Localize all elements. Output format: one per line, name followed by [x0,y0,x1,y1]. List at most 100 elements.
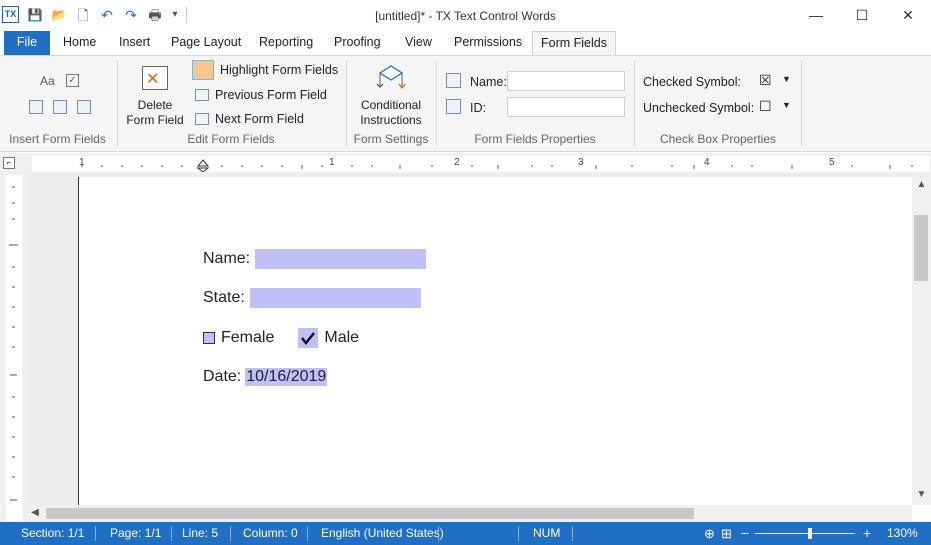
gender-line: Female Male [203,328,359,348]
status-language[interactable]: English (United States) [321,522,444,545]
horizontal-ruler[interactable]: ⌐ 1 1 2 3 4 5 [0,153,931,175]
form-fields-properties-group: Name: ID: Form Fields Properties [437,56,633,151]
id-property-icon [446,99,461,114]
ruler-number: 1 [79,157,85,168]
previous-field-icon [195,89,209,101]
tab-view[interactable]: View [397,31,440,55]
highlight-icon [192,60,214,80]
checkmark-icon [301,332,316,346]
checked-symbol-value[interactable]: ☒ [759,72,772,89]
name-form-field[interactable] [255,249,427,269]
vertical-ruler-track [6,175,22,522]
ribbon-tabs: File Home Insert Page Layout Reporting P… [0,31,931,55]
name-field[interactable] [507,71,625,91]
delete-line2: Form Field [126,113,184,127]
zoom-slider-thumb[interactable] [808,528,812,539]
tab-insert[interactable]: Insert [111,31,158,55]
name-text: Name: [203,250,251,267]
conditional-instructions-icon [376,65,406,90]
fit-width-icon[interactable]: ⊞ [721,522,732,545]
ribbon: Aa ✓ Insert Form Fields ✕ Delete Form Fi… [0,55,931,152]
ruler-number: 3 [578,157,584,168]
group-label: Form Settings [353,132,429,146]
highlight-form-fields-button[interactable]: Highlight Form Fields [192,60,342,80]
tab-file[interactable]: File [4,31,50,55]
group-label: Edit Form Fields [187,132,275,146]
unchecked-symbol-dropdown-icon[interactable]: ▼ [782,100,791,110]
status-separator [438,526,439,541]
female-checkbox[interactable] [203,332,215,344]
status-bar: Section: 1/1 Page: 1/1 Line: 5 Column: 0… [0,522,931,545]
tab-permissions[interactable]: Permissions [446,31,530,55]
female-text: Female [221,329,275,346]
tab-reporting[interactable]: Reporting [251,31,321,55]
conditional-line2: Instructions [360,113,422,127]
scroll-up-icon[interactable]: ▲ [912,179,931,190]
zoom-in-button[interactable]: + [863,522,871,545]
ruler-ticks [81,159,913,172]
insert-form-fields-group: Aa ✓ Insert Form Fields [0,56,115,151]
maximize-button[interactable]: ☐ [839,0,885,31]
id-field[interactable] [507,97,625,117]
document-area[interactable]: Name: State: Female Male Date: 10/16/201… [28,175,912,505]
zoom-out-button[interactable]: − [741,522,749,545]
vertical-ruler-ticks [9,186,18,501]
next-form-field-button[interactable]: Next Form Field [195,109,304,129]
ruler-number: 4 [704,157,710,168]
name-line: Name: [203,249,427,269]
checked-symbol-label: Checked Symbol: [643,75,741,89]
date-line: Date: 10/16/2019 [203,368,328,386]
tab-form-fields[interactable]: Form Fields [532,31,616,55]
tab-page-layout[interactable]: Page Layout [163,31,249,55]
zoom-slider[interactable] [755,533,855,534]
male-checkbox[interactable] [298,328,319,348]
date-form-field-icon[interactable] [77,100,91,114]
fit-page-icon[interactable]: ⊕ [704,522,715,545]
form-settings-group: Conditional Instructions Form Settings [347,56,435,151]
name-label: Name: [470,75,507,89]
group-label: Check Box Properties [659,132,777,146]
checked-symbol-dropdown-icon[interactable]: ▼ [782,74,791,84]
highlight-label: Highlight Form Fields [220,63,339,77]
status-num: NUM [533,526,561,540]
unchecked-symbol-value[interactable]: ☐ [759,98,772,115]
horizontal-scroll-thumb[interactable] [46,508,694,519]
combobox-form-field-icon[interactable] [53,100,67,114]
dropdown-form-field-icon[interactable] [29,100,43,114]
scroll-left-icon[interactable]: ◀ [28,507,42,518]
close-button[interactable]: ✕ [885,0,931,31]
conditional-instructions-button[interactable]: Conditional Instructions [353,62,429,128]
ruler-number: 1 [329,157,335,168]
zoom-level[interactable]: 130% [887,522,918,545]
conditional-line1: Conditional [360,98,422,112]
next-label: Next Form Field [215,112,304,126]
scroll-down-icon[interactable]: ▼ [912,489,931,500]
checkbox-form-field-icon[interactable]: ✓ [66,74,79,87]
vertical-ruler[interactable] [0,175,28,522]
date-form-field[interactable]: 10/16/2019 [245,368,328,386]
delete-form-field-button[interactable]: ✕ Delete Form Field [124,62,186,128]
minimize-button[interactable]: — [793,0,839,31]
title-bar: TX 💾 📂 🗋 ↶ ↷ 🖶 ▾ [untitled]* - TX Text C… [0,0,931,31]
ruler-track: 1 1 2 3 4 5 [32,156,929,172]
tab-proofing[interactable]: Proofing [326,31,389,55]
status-column: Column: 0 [243,526,298,540]
male-text: Male [324,329,360,346]
check-box-properties-group: Checked Symbol: ☒ ▼ Unchecked Symbol: ☐ … [635,56,801,151]
delete-form-field-icon: ✕ [142,66,168,90]
text-form-field-icon[interactable]: Aa [40,74,55,88]
tab-stop-selector[interactable]: ⌐ [3,157,15,169]
horizontal-scrollbar[interactable]: ◀ [28,505,912,522]
vertical-scroll-thumb[interactable] [914,215,928,281]
vertical-scrollbar[interactable]: ▲ ▼ [912,175,931,505]
date-text: Date: [203,368,242,385]
tab-home[interactable]: Home [55,31,104,55]
ruler-number: 5 [829,157,835,168]
previous-form-field-button[interactable]: Previous Form Field [195,85,327,105]
document-page[interactable]: Name: State: Female Male Date: 10/16/201… [78,177,912,505]
status-separator [518,526,519,541]
status-page: Page: 1/1 [110,526,162,540]
state-form-field[interactable] [249,288,421,308]
status-separator [307,526,308,541]
edit-form-fields-group: ✕ Delete Form Field Highlight Form Field… [118,56,344,151]
